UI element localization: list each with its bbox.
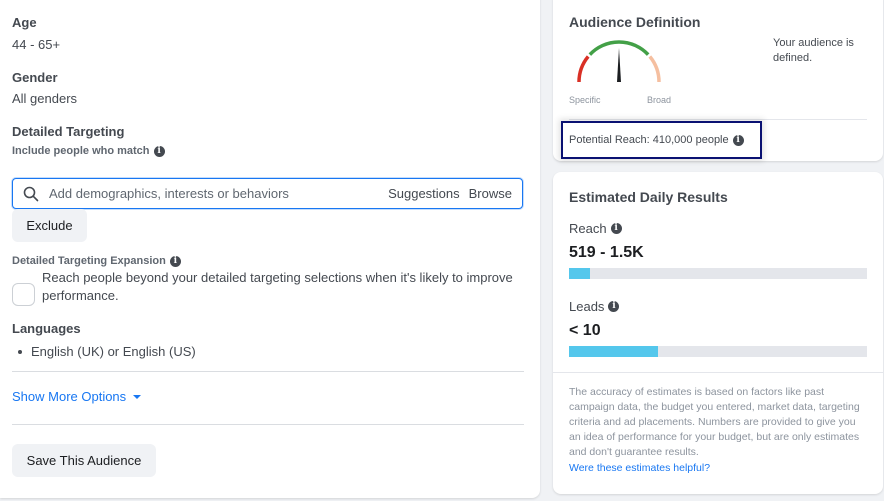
potential-reach-box: Potential Reach: 410,000 people i: [561, 121, 762, 159]
leads-bar: [569, 346, 867, 357]
reach-value: 519 - 1.5K: [569, 244, 644, 261]
leads-value: < 10: [569, 322, 601, 339]
info-icon[interactable]: i: [732, 134, 744, 146]
divider: [553, 372, 883, 373]
reach-bar-fill: [569, 268, 590, 279]
expansion-checkbox-text[interactable]: Reach people beyond your detailed target…: [42, 269, 522, 305]
info-icon[interactable]: i: [169, 255, 181, 267]
estimated-results-title: Estimated Daily Results: [569, 189, 728, 205]
detailed-targeting-input[interactable]: [49, 186, 380, 201]
languages-label: Languages: [12, 321, 81, 336]
age-label: Age: [12, 15, 37, 30]
gender-value[interactable]: All genders: [12, 91, 77, 106]
include-people-label: Include people who match i: [12, 145, 165, 157]
expansion-label: Detailed Targeting Expansion i: [12, 255, 181, 267]
potential-reach-text: Potential Reach: 410,000 people: [569, 134, 729, 146]
info-icon[interactable]: i: [610, 223, 622, 234]
detailed-targeting-label: Detailed Targeting: [12, 124, 125, 139]
exclude-button[interactable]: Exclude: [12, 209, 87, 242]
reach-bar: [569, 268, 867, 279]
show-more-options-link[interactable]: Show More Options: [12, 389, 142, 404]
bullet-icon: [18, 349, 22, 354]
estimates-note: The accuracy of estimates is based on fa…: [569, 386, 860, 458]
include-people-text: Include people who match: [12, 145, 150, 157]
divider: [12, 371, 524, 372]
leads-bar-fill: [569, 346, 659, 357]
divider: [12, 424, 524, 425]
show-more-text: Show More Options: [12, 389, 127, 404]
estimates-feedback-link[interactable]: Were these estimates helpful?: [569, 462, 710, 474]
detailed-targeting-search[interactable]: Suggestions Browse: [12, 178, 523, 209]
gender-label: Gender: [12, 70, 58, 85]
leads-label: Leads i: [569, 299, 620, 314]
divider: [569, 119, 867, 120]
leads-label-text: Leads: [569, 299, 605, 314]
gauge-specific-label: Specific: [569, 95, 601, 105]
expansion-label-text: Detailed Targeting Expansion: [12, 255, 166, 267]
expansion-checkbox[interactable]: [12, 283, 35, 306]
reach-label-text: Reach: [569, 221, 607, 236]
gauge-arc-broad: [648, 55, 661, 83]
save-audience-button[interactable]: Save This Audience: [12, 444, 156, 477]
browse-button[interactable]: Browse: [469, 186, 512, 201]
gauge-needle: [617, 48, 621, 82]
audience-definition-title: Audience Definition: [569, 14, 701, 30]
estimated-results-card: Estimated Daily Results Reach i 519 - 1.…: [553, 172, 883, 494]
reach-label: Reach i: [569, 221, 622, 236]
language-list-item: English (UK) or English (US): [18, 344, 196, 359]
language-value: English (UK) or English (US): [31, 344, 196, 359]
search-icon: [23, 186, 39, 201]
caret-down-icon: [133, 394, 142, 399]
audience-status-text: Your audience is defined.: [773, 37, 854, 64]
gauge-arc-specific: [577, 55, 590, 83]
age-value[interactable]: 44 - 65+: [12, 37, 60, 52]
info-icon[interactable]: i: [608, 301, 620, 312]
info-icon[interactable]: i: [153, 145, 165, 157]
suggestions-button[interactable]: Suggestions: [388, 186, 460, 201]
audience-gauge: [577, 40, 661, 83]
gauge-broad-label: Broad: [647, 95, 672, 105]
